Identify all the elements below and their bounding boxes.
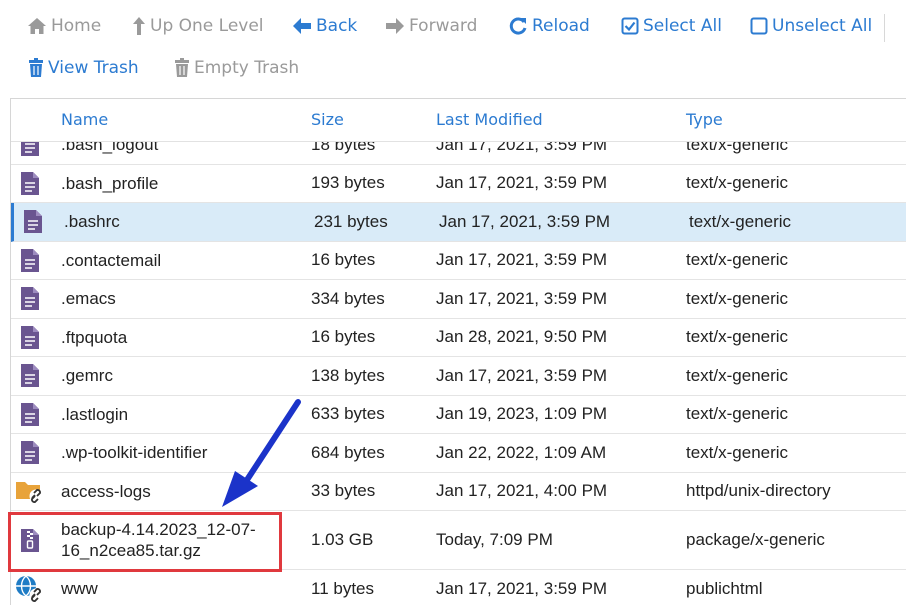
file-size: 16 bytes [311,250,376,270]
file-manager-toolbar: Home Up One Level Back Forward Reload Se… [0,0,906,96]
file-last-modified: Jan 17, 2021, 3:59 PM [439,211,611,231]
file-list-header: Name Size Last Modified Type [11,99,906,142]
file-size: 1.03 GB [311,530,374,549]
column-header-type[interactable]: Type [686,110,723,129]
file-last-modified: Jan 17, 2021, 3:59 PM [436,365,608,385]
back-button[interactable]: Back [292,16,357,36]
reload-button[interactable]: Reload [508,16,590,36]
toolbar-separator [884,14,885,42]
file-name: .emacs [61,289,116,309]
file-name: .contactemail [61,250,162,270]
file-name: .lastlogin [61,404,129,424]
file-type: httpd/unix-directory [686,481,831,501]
file-row[interactable]: www 11 bytes Jan 17, 2021, 3:59 PM publicht… [11,570,906,605]
file-last-modified: Jan 17, 2021, 3:59 PM [436,288,608,308]
file-name: .bash_profile [61,173,159,193]
view-trash-button[interactable]: View Trash [28,58,139,78]
file-row[interactable]: .bash_profile 193 bytes Jan 17, 2021, 3:59… [11,165,906,203]
file-type: text/x-generic [686,250,789,270]
file-row[interactable]: .bashrc 231 bytes Jan 17, 2021, 3:59 PM tex… [11,203,906,242]
checked-box-icon [621,17,639,35]
file-type: text/x-generic [686,327,789,347]
trash-icon [175,58,189,77]
column-header-name[interactable]: Name [61,110,108,129]
arrow-left-icon [293,18,311,34]
file-size: 334 bytes [311,288,385,308]
file-row[interactable]: .gemrc 138 bytes Jan 17, 2021, 3:59 PM text… [11,357,906,396]
column-header-size[interactable]: Size [311,110,344,129]
file-size: 138 bytes [311,365,385,385]
text-file-icon [18,203,48,241]
text-file-icon [15,434,45,472]
file-type: publichtml [686,578,763,598]
file-type: text/x-generic [686,365,789,385]
file-name: .wp-toolkit-identifier [61,443,208,463]
file-last-modified: Jan 17, 2021, 4:00 PM [436,481,608,501]
file-type: text/x-generic [689,211,792,231]
file-row[interactable]: .ftpquota 16 bytes Jan 28, 2021, 9:50 PM te… [11,319,906,357]
file-name: .gemrc [61,366,113,386]
text-file-icon [15,242,45,280]
file-row[interactable]: .wp-toolkit-identifier 684 bytes Jan 22, 2… [11,434,906,473]
file-last-modified: Jan 19, 2023, 1:09 PM [436,404,608,424]
file-size: 684 bytes [311,442,385,462]
file-name: .ftpquota [61,327,128,347]
empty-trash-button[interactable]: Empty Trash [174,58,299,78]
file-size: 11 bytes [311,578,375,598]
file-type: text/x-generic [686,288,789,308]
arrow-up-icon [133,17,145,35]
unselect-all-button[interactable]: Unselect All [750,16,872,36]
file-type: text/x-generic [686,442,789,462]
text-file-icon [15,319,45,357]
home-icon [28,18,46,34]
file-size: 633 bytes [311,404,385,424]
file-size: 33 bytes [311,481,376,501]
file-name: www [61,579,98,599]
text-file-icon [15,357,45,395]
reload-icon [509,17,527,35]
text-file-icon [15,165,45,203]
up-one-level-button[interactable]: Up One Level [132,16,264,36]
file-row[interactable]: access-logs 33 bytes Jan 17, 2021, 4:00 PM… [11,473,906,511]
file-type: package/x-generic [686,530,825,549]
file-name: access-logs [61,481,151,501]
text-file-icon [15,280,45,318]
file-last-modified: Jan 17, 2021, 3:59 PM [436,250,608,270]
folder-link-icon [15,473,45,511]
trash-icon [29,58,43,77]
file-type: text/x-generic [686,404,789,424]
file-type: text/x-generic [686,173,789,193]
file-last-modified: Jan 17, 2021, 3:59 PM [436,578,608,598]
file-row[interactable]: .emacs 334 bytes Jan 17, 2021, 3:59 PM text… [11,280,906,319]
file-row[interactable]: .contactemail 16 bytes Jan 17, 2021, 3:59 … [11,242,906,280]
home-button[interactable]: Home [27,16,101,36]
file-row[interactable]: .lastlogin 633 bytes Jan 19, 2023, 1:09 PM… [11,396,906,434]
select-all-button[interactable]: Select All [621,16,722,36]
file-last-modified: Today, 7:09 PM [436,530,553,549]
file-name: .bashrc [64,212,120,232]
file-last-modified: Jan 22, 2022, 1:09 AM [436,442,607,462]
file-last-modified: Jan 17, 2021, 3:59 PM [436,173,608,193]
file-size: 16 bytes [311,327,376,347]
arrow-right-icon [386,18,404,34]
empty-box-icon [750,17,768,35]
forward-button[interactable]: Forward [385,16,477,36]
file-size: 231 bytes [314,211,388,231]
text-file-icon [15,396,45,434]
column-header-last-modified[interactable]: Last Modified [436,110,543,129]
highlight-box [8,512,282,572]
file-size: 193 bytes [311,173,385,193]
file-last-modified: Jan 28, 2021, 9:50 PM [436,327,608,347]
globe-link-icon [15,570,45,605]
